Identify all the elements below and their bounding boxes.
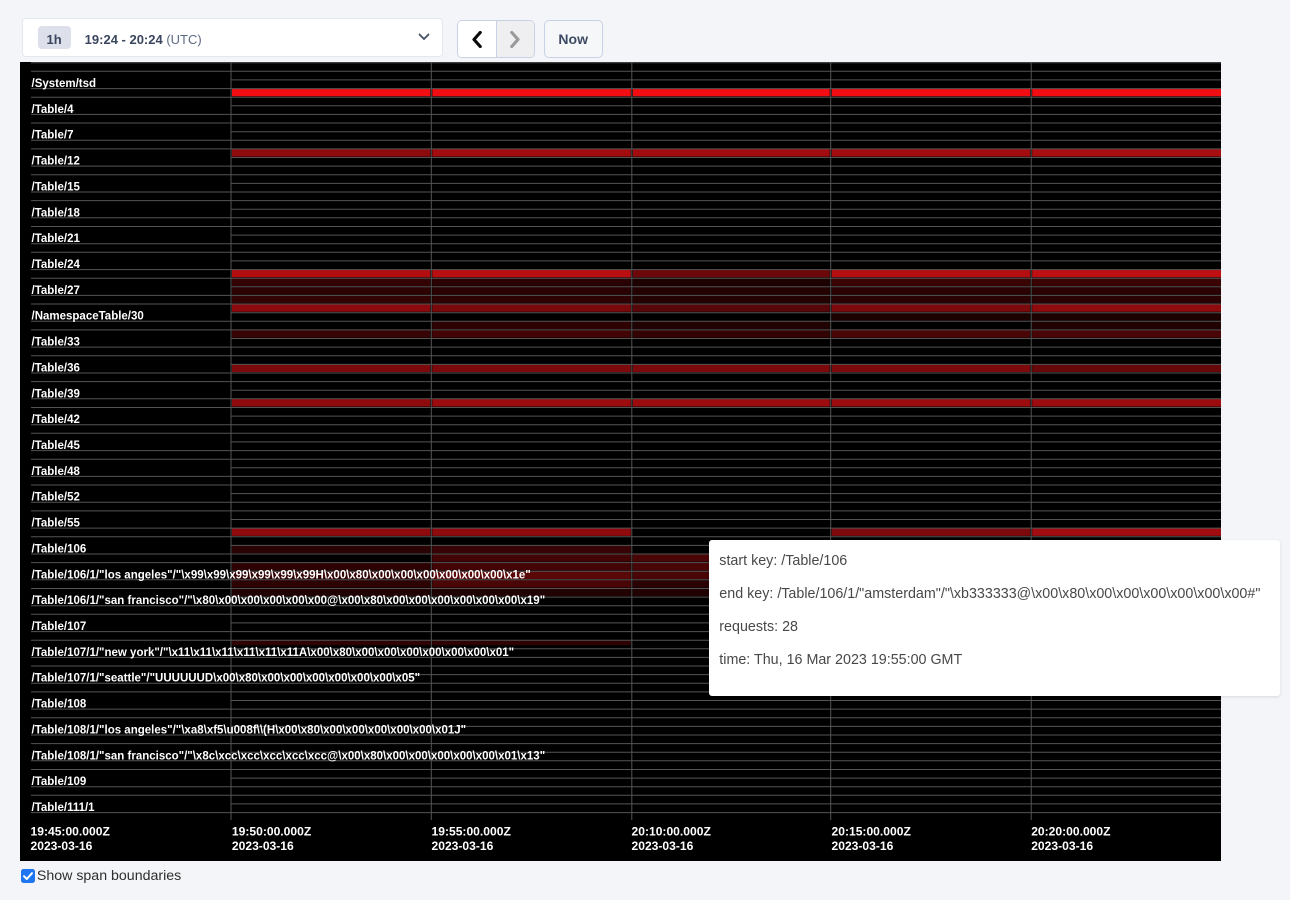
svg-text:/Table/108: /Table/108: [32, 699, 87, 711]
svg-text:/Table/52: /Table/52: [32, 492, 80, 504]
svg-text:/Table/39: /Table/39: [32, 388, 80, 400]
svg-text:2023-03-16: 2023-03-16: [832, 839, 894, 853]
svg-text:2023-03-16: 2023-03-16: [232, 839, 294, 853]
svg-text:/Table/45: /Table/45: [32, 440, 81, 452]
svg-text:/Table/108/1/"los angeles"/"\x: /Table/108/1/"los angeles"/"\xa8\xf5\u00…: [32, 724, 467, 736]
svg-text:/Table/107/1/"new york"/"\x11\: /Table/107/1/"new york"/"\x11\x11\x11\x1…: [32, 647, 515, 659]
svg-text:/Table/7: /Table/7: [32, 130, 74, 142]
svg-text:/Table/48: /Table/48: [32, 466, 81, 478]
svg-text:/Table/107: /Table/107: [32, 621, 87, 633]
svg-text:/Table/109: /Table/109: [32, 776, 87, 788]
svg-text:/Table/55: /Table/55: [32, 518, 81, 530]
svg-text:/Table/106/1/"san francisco"/": /Table/106/1/"san francisco"/"\x80\x00\x…: [32, 595, 546, 607]
svg-text:/Table/24: /Table/24: [32, 259, 81, 271]
svg-text:/Table/21: /Table/21: [32, 233, 81, 245]
svg-text:/Table/15: /Table/15: [32, 181, 81, 193]
svg-text:2023-03-16: 2023-03-16: [632, 839, 694, 853]
svg-text:19:45:00.000Z: 19:45:00.000Z: [31, 825, 111, 839]
svg-text:2023-03-16: 2023-03-16: [1031, 839, 1093, 853]
svg-text:/Table/18: /Table/18: [32, 207, 81, 219]
svg-text:19:55:00.000Z: 19:55:00.000Z: [432, 825, 512, 839]
svg-text:/Table/36: /Table/36: [32, 362, 80, 374]
svg-text:20:10:00.000Z: 20:10:00.000Z: [632, 825, 712, 839]
svg-text:/System/tsd: /System/tsd: [32, 78, 97, 90]
svg-text:2023-03-16: 2023-03-16: [432, 839, 494, 853]
svg-text:/Table/42: /Table/42: [32, 414, 80, 426]
svg-text:20:20:00.000Z: 20:20:00.000Z: [1031, 825, 1111, 839]
svg-text:/Table/12: /Table/12: [32, 156, 80, 168]
svg-text:19:50:00.000Z: 19:50:00.000Z: [232, 825, 312, 839]
svg-text:/Table/111/1: /Table/111/1: [32, 802, 96, 814]
svg-text:/Table/106: /Table/106: [32, 543, 87, 555]
svg-text:2023-03-16: 2023-03-16: [31, 839, 93, 853]
svg-text:/NamespaceTable/30: /NamespaceTable/30: [32, 311, 144, 323]
svg-text:/Table/27: /Table/27: [32, 285, 80, 297]
svg-text:/Table/107/1/"seattle"/"UUUUUU: /Table/107/1/"seattle"/"UUUUUUD\x00\x80\…: [32, 673, 421, 685]
svg-text:/Table/33: /Table/33: [32, 337, 80, 349]
svg-text:/Table/106/1/"los angeles"/"\x: /Table/106/1/"los angeles"/"\x99\x99\x99…: [32, 569, 531, 581]
svg-text:/Table/108/1/"san francisco"/": /Table/108/1/"san francisco"/"\x8c\xcc\x…: [32, 750, 546, 762]
svg-text:20:15:00.000Z: 20:15:00.000Z: [832, 825, 912, 839]
svg-text:/Table/4: /Table/4: [32, 104, 75, 116]
